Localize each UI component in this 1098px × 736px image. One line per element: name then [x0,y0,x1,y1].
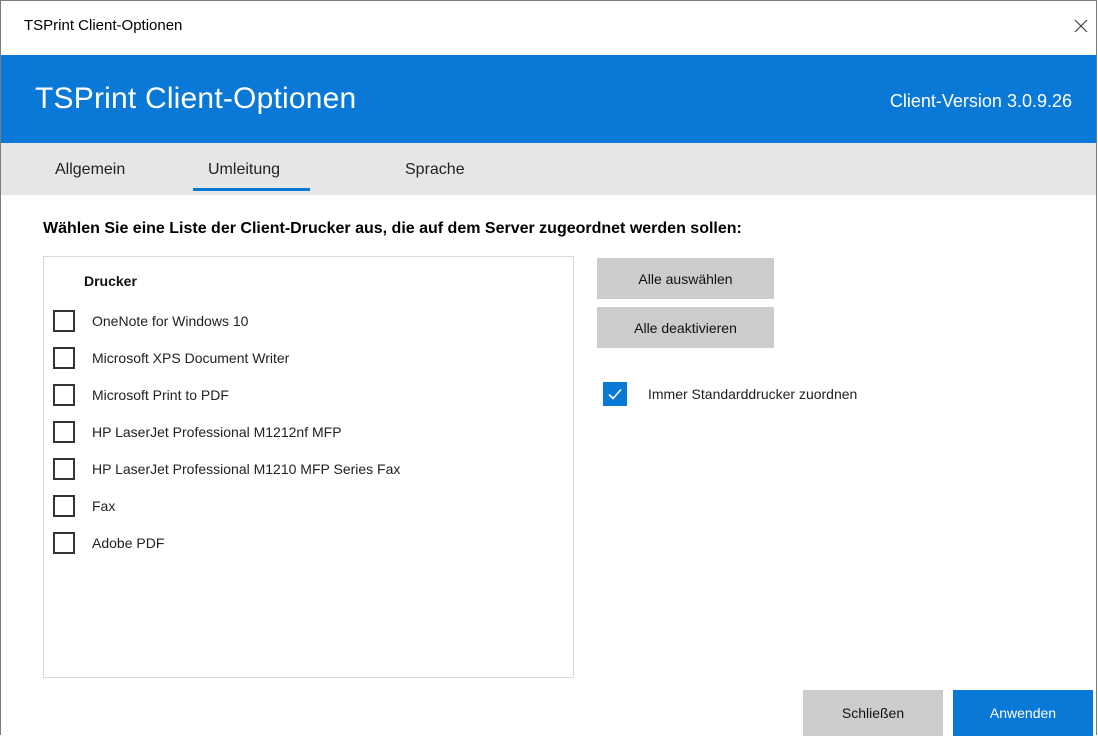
dialog-window: TSPrint Client-Optionen TSPrint Client-O… [0,0,1097,736]
printer-checkbox[interactable] [53,421,75,443]
printer-item-onenote[interactable]: OneNote for Windows 10 [53,309,248,333]
printer-item-adobe-pdf[interactable]: Adobe PDF [53,531,164,555]
printer-label: HP LaserJet Professional M1210 MFP Serie… [92,461,401,477]
printer-label: HP LaserJet Professional M1212nf MFP [92,424,342,440]
printer-item-fax[interactable]: Fax [53,494,115,518]
title-bar: TSPrint Client-Optionen [1,1,1096,55]
printer-checkbox[interactable] [53,495,75,517]
tab-sprache[interactable]: Sprache [405,161,465,179]
deselect-all-button[interactable]: Alle deaktivieren [597,307,774,348]
page-title: TSPrint Client-Optionen [35,82,357,115]
checkmark-icon [608,388,622,400]
printer-item-xps[interactable]: Microsoft XPS Document Writer [53,346,289,370]
printer-checkbox[interactable] [53,310,75,332]
close-button[interactable]: Schließen [803,690,943,736]
printer-label: Microsoft Print to PDF [92,387,229,403]
printer-column-header: Drucker [84,273,137,289]
tab-umleitung[interactable]: Umleitung [192,161,311,191]
apply-button[interactable]: Anwenden [953,690,1093,736]
printer-item-hp-m1212nf[interactable]: HP LaserJet Professional M1212nf MFP [53,420,342,444]
header-banner: TSPrint Client-Optionen Client-Version 3… [1,55,1096,143]
printer-list: Drucker OneNote for Windows 10 Microsoft… [43,256,574,678]
tab-bar: Allgemein Umleitung Sprache [1,143,1096,195]
printer-checkbox[interactable] [53,532,75,554]
client-version: Client-Version 3.0.9.26 [889,91,1072,111]
select-all-button[interactable]: Alle auswählen [597,258,774,299]
printer-label: Adobe PDF [92,535,165,551]
default-printer-toggle[interactable]: Immer Standarddrucker zuordnen [603,382,857,406]
printer-label: Microsoft XPS Document Writer [92,350,290,366]
printer-item-print-to-pdf[interactable]: Microsoft Print to PDF [53,383,229,407]
default-printer-label: Immer Standarddrucker zuordnen [648,386,858,402]
printer-label: Fax [92,498,116,514]
window-title: TSPrint Client-Optionen [24,17,183,34]
printer-item-hp-m1210-fax[interactable]: HP LaserJet Professional M1210 MFP Serie… [53,457,400,481]
printer-checkbox[interactable] [53,458,75,480]
default-printer-checkbox[interactable] [603,382,627,406]
printer-checkbox[interactable] [53,347,75,369]
printer-checkbox[interactable] [53,384,75,406]
close-window-button[interactable] [1066,11,1096,41]
instruction-text: Wählen Sie eine Liste der Client-Drucker… [43,220,742,237]
close-icon [1074,19,1088,33]
tab-allgemein[interactable]: Allgemein [55,161,125,179]
printer-label: OneNote for Windows 10 [92,313,249,329]
